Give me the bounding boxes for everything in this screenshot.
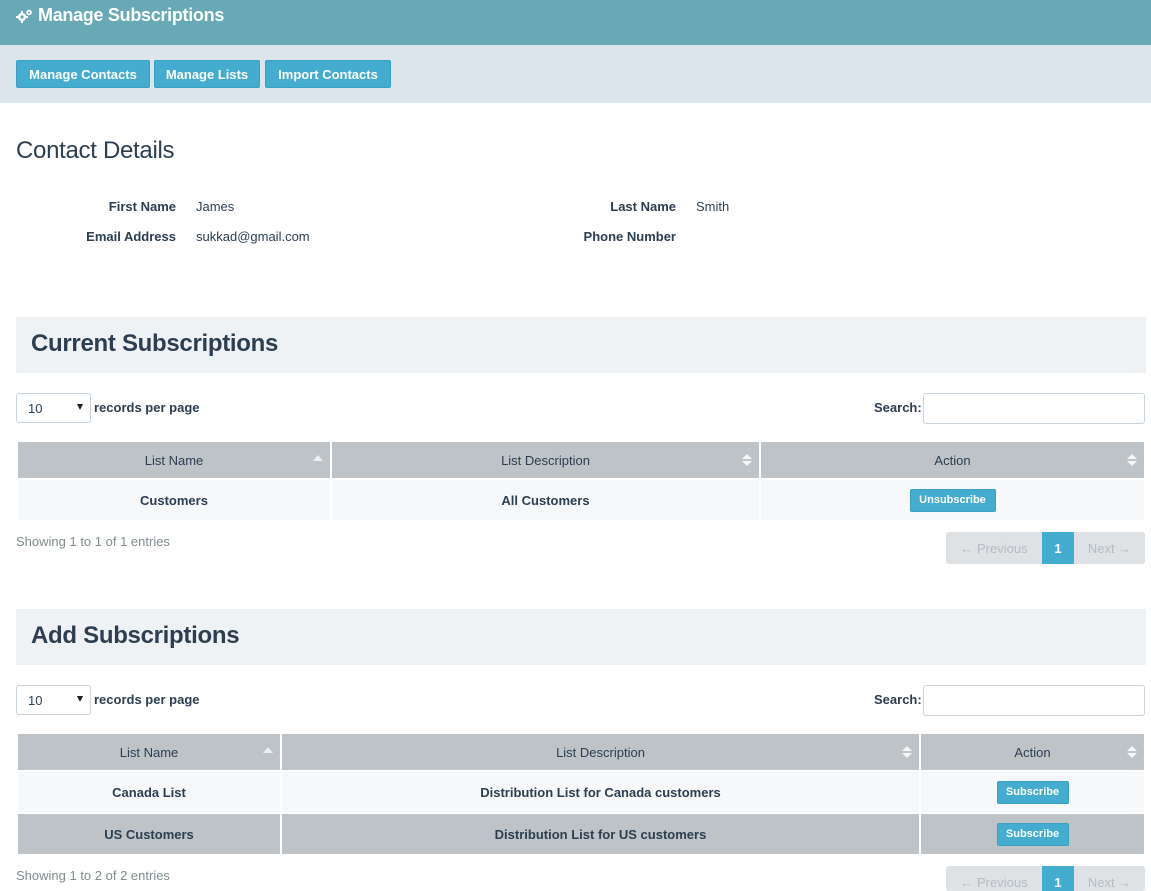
- previous-page-button[interactable]: ← Previous: [946, 532, 1042, 564]
- add-subscriptions-title: Add Subscriptions: [31, 622, 240, 649]
- subscribe-button[interactable]: Subscribe: [996, 780, 1069, 804]
- contact-details-heading: Contact Details: [16, 137, 175, 164]
- email-label: Email Address: [86, 229, 176, 244]
- first-name-value: James: [196, 199, 235, 214]
- current-subscriptions-header: Current Subscriptions: [16, 317, 1146, 373]
- gears-icon: [16, 8, 34, 24]
- page-title-text: Manage Subscriptions: [38, 5, 225, 25]
- add-per-page-label: records per page: [94, 692, 200, 707]
- add-subscriptions-header: Add Subscriptions: [16, 609, 1146, 665]
- sort-icon: [1127, 746, 1137, 759]
- add-pagination: ← Previous 1 Next →: [946, 866, 1145, 891]
- current-per-page-value: 10: [28, 400, 43, 416]
- table-row: US Customers Distribution List for US cu…: [18, 814, 1144, 854]
- add-per-page-select[interactable]: 10: [16, 685, 91, 715]
- list-description-cell: Distribution List for US customers: [282, 814, 919, 854]
- sort-ascending-icon: [313, 455, 323, 461]
- list-description-cell: Distribution List for Canada customers: [282, 772, 919, 812]
- page-title: Manage Subscriptions: [16, 5, 224, 26]
- page-1-button[interactable]: 1: [1042, 866, 1074, 891]
- next-page-button[interactable]: Next →: [1074, 532, 1145, 564]
- subscribe-button[interactable]: Subscribe: [996, 822, 1069, 846]
- column-header-list-description[interactable]: List Description: [332, 442, 759, 478]
- app-header: Manage Subscriptions: [0, 0, 1151, 45]
- column-header-list-name[interactable]: List Name: [18, 734, 280, 770]
- column-header-list-name[interactable]: List Name: [18, 442, 330, 478]
- list-description-cell: All Customers: [332, 480, 759, 520]
- sort-icon: [1127, 454, 1137, 467]
- table-row: Canada List Distribution List for Canada…: [18, 772, 1144, 812]
- add-search-label: Search:: [874, 692, 922, 707]
- action-cell: Subscribe: [921, 814, 1144, 854]
- import-contacts-button[interactable]: Import Contacts: [265, 60, 391, 88]
- first-name-label: First Name: [108, 199, 176, 214]
- column-header-list-description[interactable]: List Description: [282, 734, 919, 770]
- add-showing-info: Showing 1 to 2 of 2 entries: [16, 868, 170, 883]
- next-page-button[interactable]: Next →: [1074, 866, 1145, 891]
- sort-icon: [902, 746, 912, 759]
- list-name-cell: Canada List: [18, 772, 280, 812]
- sort-icon: [742, 454, 752, 467]
- action-bar: Manage Contacts Manage Lists Import Cont…: [0, 45, 1151, 103]
- last-name-value: Smith: [696, 199, 730, 214]
- current-per-page-label: records per page: [94, 400, 200, 415]
- phone-label: Phone Number: [583, 229, 676, 244]
- unsubscribe-button[interactable]: Unsubscribe: [909, 488, 996, 512]
- manage-lists-button[interactable]: Manage Lists: [154, 60, 260, 88]
- manage-contacts-button[interactable]: Manage Contacts: [16, 60, 150, 88]
- add-per-page-value: 10: [28, 692, 43, 708]
- previous-page-button[interactable]: ← Previous: [946, 866, 1042, 891]
- current-subscriptions-table: List Name List Description Action Custom…: [16, 440, 1146, 522]
- list-name-cell: Customers: [18, 480, 330, 520]
- sort-ascending-icon: [263, 747, 273, 753]
- table-row: Customers All Customers Unsubscribe: [18, 480, 1144, 520]
- current-showing-info: Showing 1 to 1 of 1 entries: [16, 534, 170, 549]
- list-name-cell: US Customers: [18, 814, 280, 854]
- current-search-input[interactable]: [923, 393, 1145, 424]
- action-cell: Subscribe: [921, 772, 1144, 812]
- current-pagination: ← Previous 1 Next →: [946, 532, 1145, 564]
- email-value: sukkad@gmail.com: [196, 229, 310, 244]
- add-search-input[interactable]: [923, 685, 1145, 716]
- column-header-action[interactable]: Action: [921, 734, 1144, 770]
- page-1-button[interactable]: 1: [1042, 532, 1074, 564]
- current-subscriptions-title: Current Subscriptions: [31, 330, 279, 357]
- add-subscriptions-table: List Name List Description Action Canada…: [16, 732, 1146, 856]
- column-header-action[interactable]: Action: [761, 442, 1144, 478]
- chevron-down-icon: [77, 696, 83, 702]
- last-name-label: Last Name: [610, 199, 676, 214]
- action-cell: Unsubscribe: [761, 480, 1144, 520]
- current-search-label: Search:: [874, 400, 922, 415]
- chevron-down-icon: [77, 404, 83, 410]
- current-per-page-select[interactable]: 10: [16, 393, 91, 423]
